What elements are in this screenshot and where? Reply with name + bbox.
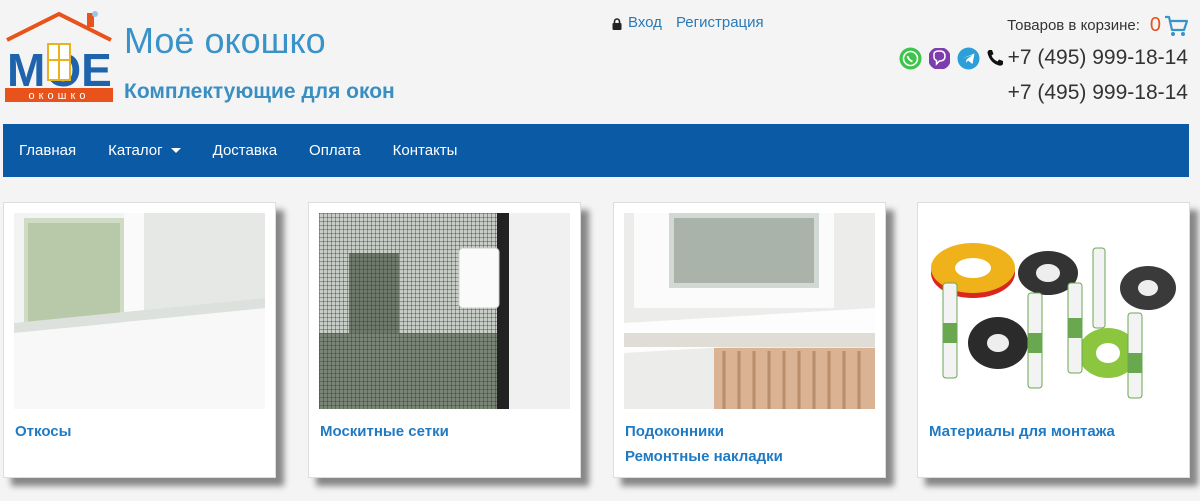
category-cards: Откосы Москитные сетки Подоконники Ремон…	[3, 202, 1193, 482]
category-card-mosquito-nets[interactable]: Москитные сетки	[308, 202, 581, 478]
cart-label: Товаров в корзине:	[1007, 17, 1140, 34]
category-card-installation-materials[interactable]: Материалы для монтажа	[917, 202, 1190, 478]
nav-item-contacts[interactable]: Контакты	[393, 142, 458, 159]
category-link-mosquito-nets[interactable]: Москитные сетки	[320, 423, 449, 440]
installation-materials-image[interactable]	[928, 213, 1179, 409]
nav-item-payment[interactable]: Оплата	[309, 142, 361, 159]
window-sills-image[interactable]	[624, 213, 875, 409]
main-navbar: Главная Каталог Доставка Оплата Контакты	[3, 124, 1189, 177]
nav-item-catalog[interactable]: Каталог	[108, 142, 181, 159]
caret-down-icon	[170, 148, 181, 153]
category-link-installation-materials[interactable]: Материалы для монтажа	[929, 423, 1115, 440]
site-title[interactable]: Моё окошко	[124, 20, 326, 62]
category-link-window-sills[interactable]: Подоконники	[625, 423, 724, 440]
site-logo[interactable]: МОЕ окошко	[3, 10, 115, 102]
nav-item-home[interactable]: Главная	[19, 142, 76, 159]
register-link[interactable]: Регистрация	[676, 14, 764, 31]
cart-widget[interactable]: Товаров в корзине: 0	[1007, 14, 1188, 37]
slopes-image[interactable]	[14, 213, 265, 409]
category-card-slopes[interactable]: Откосы	[3, 202, 276, 478]
whatsapp-icon[interactable]	[899, 47, 922, 70]
category-card-window-sills[interactable]: Подоконники Ремонтные накладки	[613, 202, 886, 478]
contacts-row: +7 (495) 999-18-14	[893, 46, 1188, 70]
phone-number-primary[interactable]: +7 (495) 999-18-14	[1008, 46, 1188, 70]
site-header: МОЕ окошко Моё окошко Комплектующие для …	[0, 0, 1200, 120]
nav-item-delivery[interactable]: Доставка	[213, 142, 277, 159]
category-link-repair-covers[interactable]: Ремонтные накладки	[625, 448, 783, 465]
auth-links: Вход Регистрация	[612, 14, 764, 31]
lock-icon	[612, 17, 622, 30]
mosquito-nets-image[interactable]	[319, 213, 570, 409]
category-link-slopes[interactable]: Откосы	[15, 423, 71, 440]
phone-number-secondary[interactable]: +7 (495) 999-18-14	[1008, 81, 1188, 105]
telegram-icon[interactable]	[957, 47, 980, 70]
svg-text:окошко: окошко	[28, 90, 89, 102]
viber-icon[interactable]	[928, 47, 951, 70]
site-subtitle: Комплектующие для окон	[124, 80, 395, 103]
login-link[interactable]: Вход	[628, 14, 662, 31]
cart-icon[interactable]	[1164, 15, 1188, 37]
cart-count[interactable]: 0	[1150, 14, 1161, 37]
phone-icon	[987, 50, 1003, 66]
